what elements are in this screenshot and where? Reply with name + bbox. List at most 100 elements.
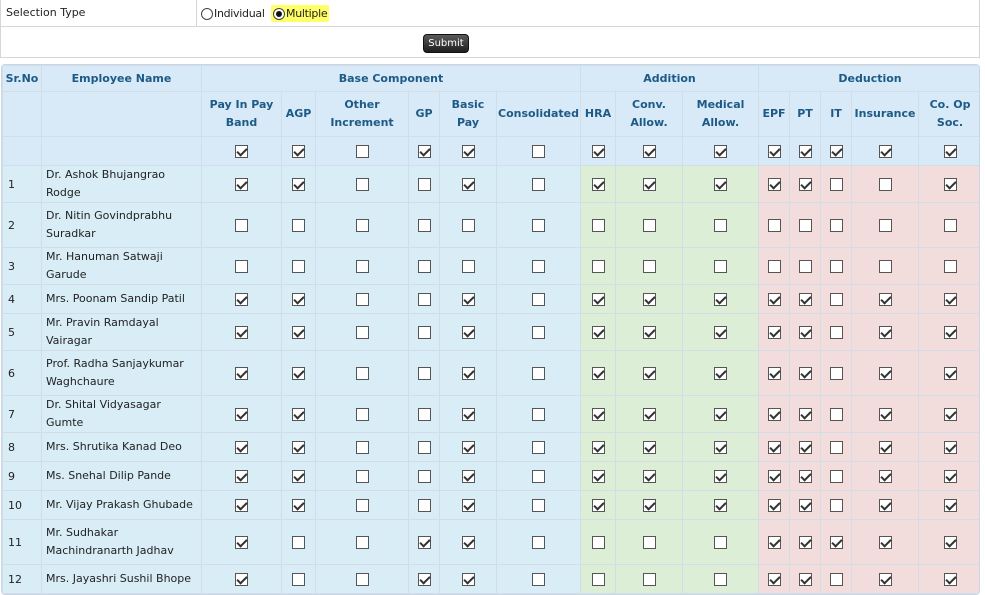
component-checkbox[interactable] xyxy=(943,440,957,454)
component-checkbox[interactable] xyxy=(532,572,545,586)
component-checkbox[interactable] xyxy=(878,469,892,483)
component-checkbox[interactable] xyxy=(235,440,248,454)
component-checkbox[interactable] xyxy=(355,292,369,306)
component-checkbox[interactable] xyxy=(943,572,957,586)
component-checkbox[interactable] xyxy=(767,325,781,339)
component-checkbox[interactable] xyxy=(767,440,781,454)
component-checkbox[interactable] xyxy=(714,407,727,421)
component-checkbox[interactable] xyxy=(417,440,431,454)
component-checkbox[interactable] xyxy=(798,469,812,483)
component-checkbox[interactable] xyxy=(943,366,957,380)
component-checkbox[interactable] xyxy=(878,366,892,380)
component-checkbox[interactable] xyxy=(798,177,812,191)
component-checkbox[interactable] xyxy=(767,292,781,306)
select-all-checkbox[interactable] xyxy=(767,144,781,158)
component-checkbox[interactable] xyxy=(292,218,305,232)
component-checkbox[interactable] xyxy=(417,325,431,339)
component-checkbox[interactable] xyxy=(767,572,781,586)
component-checkbox[interactable] xyxy=(767,259,781,273)
component-checkbox[interactable] xyxy=(532,218,545,232)
component-checkbox[interactable] xyxy=(417,469,431,483)
component-checkbox[interactable] xyxy=(417,535,431,549)
select-all-checkbox[interactable] xyxy=(532,144,545,158)
component-checkbox[interactable] xyxy=(798,218,812,232)
component-checkbox[interactable] xyxy=(461,292,475,306)
component-checkbox[interactable] xyxy=(767,366,781,380)
component-checkbox[interactable] xyxy=(798,325,812,339)
component-checkbox[interactable] xyxy=(878,498,892,512)
component-checkbox[interactable] xyxy=(591,177,605,191)
component-checkbox[interactable] xyxy=(355,498,369,512)
component-checkbox[interactable] xyxy=(235,292,248,306)
component-checkbox[interactable] xyxy=(355,259,369,273)
component-checkbox[interactable] xyxy=(235,469,248,483)
component-checkbox[interactable] xyxy=(642,366,656,380)
component-checkbox[interactable] xyxy=(591,407,605,421)
multiple-radio-icon[interactable] xyxy=(273,7,285,20)
component-checkbox[interactable] xyxy=(292,407,305,421)
component-checkbox[interactable] xyxy=(767,218,781,232)
component-checkbox[interactable] xyxy=(417,572,431,586)
component-checkbox[interactable] xyxy=(714,535,727,549)
component-checkbox[interactable] xyxy=(878,325,892,339)
component-checkbox[interactable] xyxy=(292,498,305,512)
component-checkbox[interactable] xyxy=(461,407,475,421)
component-checkbox[interactable] xyxy=(417,498,431,512)
component-checkbox[interactable] xyxy=(798,292,812,306)
component-checkbox[interactable] xyxy=(591,498,605,512)
select-all-checkbox[interactable] xyxy=(798,144,812,158)
component-checkbox[interactable] xyxy=(532,535,545,549)
component-checkbox[interactable] xyxy=(714,177,727,191)
select-all-checkbox[interactable] xyxy=(461,144,475,158)
component-checkbox[interactable] xyxy=(767,407,781,421)
component-checkbox[interactable] xyxy=(532,498,545,512)
component-checkbox[interactable] xyxy=(642,325,656,339)
component-checkbox[interactable] xyxy=(461,440,475,454)
component-checkbox[interactable] xyxy=(798,366,812,380)
component-checkbox[interactable] xyxy=(417,177,431,191)
component-checkbox[interactable] xyxy=(532,440,545,454)
component-checkbox[interactable] xyxy=(767,498,781,512)
component-checkbox[interactable] xyxy=(943,469,957,483)
component-checkbox[interactable] xyxy=(591,259,605,273)
select-all-checkbox[interactable] xyxy=(591,144,605,158)
component-checkbox[interactable] xyxy=(591,292,605,306)
component-checkbox[interactable] xyxy=(642,218,656,232)
component-checkbox[interactable] xyxy=(943,407,957,421)
component-checkbox[interactable] xyxy=(355,469,369,483)
component-checkbox[interactable] xyxy=(292,259,305,273)
component-checkbox[interactable] xyxy=(417,259,431,273)
component-checkbox[interactable] xyxy=(461,325,475,339)
component-checkbox[interactable] xyxy=(829,440,843,454)
component-checkbox[interactable] xyxy=(235,366,248,380)
component-checkbox[interactable] xyxy=(292,572,305,586)
component-checkbox[interactable] xyxy=(798,572,812,586)
component-checkbox[interactable] xyxy=(591,535,605,549)
component-checkbox[interactable] xyxy=(767,469,781,483)
component-checkbox[interactable] xyxy=(355,572,369,586)
component-checkbox[interactable] xyxy=(767,177,781,191)
component-checkbox[interactable] xyxy=(417,292,431,306)
component-checkbox[interactable] xyxy=(798,498,812,512)
component-checkbox[interactable] xyxy=(714,325,727,339)
component-checkbox[interactable] xyxy=(642,498,656,512)
component-checkbox[interactable] xyxy=(829,366,843,380)
component-checkbox[interactable] xyxy=(642,259,656,273)
component-checkbox[interactable] xyxy=(461,177,475,191)
component-checkbox[interactable] xyxy=(235,572,248,586)
component-checkbox[interactable] xyxy=(798,440,812,454)
component-checkbox[interactable] xyxy=(714,259,727,273)
select-all-checkbox[interactable] xyxy=(642,144,656,158)
component-checkbox[interactable] xyxy=(829,325,843,339)
component-checkbox[interactable] xyxy=(355,535,369,549)
component-checkbox[interactable] xyxy=(714,218,727,232)
component-checkbox[interactable] xyxy=(642,407,656,421)
component-checkbox[interactable] xyxy=(878,259,892,273)
select-all-checkbox[interactable] xyxy=(355,144,369,158)
component-checkbox[interactable] xyxy=(714,469,727,483)
select-all-checkbox[interactable] xyxy=(292,144,305,158)
component-checkbox[interactable] xyxy=(461,218,475,232)
component-checkbox[interactable] xyxy=(591,572,605,586)
component-checkbox[interactable] xyxy=(355,440,369,454)
component-checkbox[interactable] xyxy=(591,218,605,232)
